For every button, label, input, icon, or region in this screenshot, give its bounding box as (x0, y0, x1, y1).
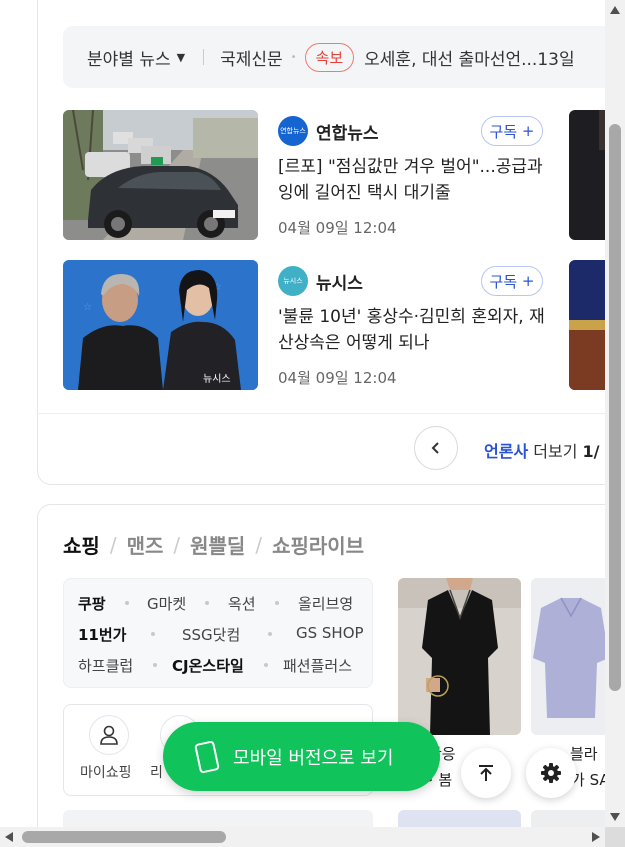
yonhap-logo-icon: 연합뉴스 (278, 116, 308, 146)
news-thumbnail-taxi[interactable] (63, 110, 258, 240)
caret-down-icon: ▼ (176, 50, 186, 64)
news-headline[interactable]: '불륜 10년' 홍상수·김민희 혼외자, 재산상속은 어떻게 되나 (278, 304, 546, 356)
horizontal-scroll-thumb[interactable] (22, 831, 226, 843)
mall-link[interactable]: 하프클럽 (78, 655, 133, 676)
prev-page-button[interactable] (414, 426, 458, 470)
shortcut-label[interactable]: 리 (150, 762, 163, 782)
shopping-tabs: 쇼핑 / 맨즈 / 원쁠딜 / 쇼핑라이브 (63, 530, 364, 559)
breaking-badge: 속보 (304, 42, 355, 72)
more-label: 더보기 (533, 442, 578, 461)
tab-mens[interactable]: 맨즈 (127, 530, 164, 559)
product-image-blouse[interactable] (531, 578, 605, 735)
tab-shopping[interactable]: 쇼핑 (63, 530, 100, 559)
vertical-scroll-thumb[interactable] (609, 124, 621, 691)
tab-separator: / (109, 532, 117, 557)
next-news-thumbnail[interactable] (569, 110, 605, 240)
press-label: 언론사 (484, 442, 529, 461)
mall-link[interactable]: GS SHOP (296, 624, 364, 642)
news-ticker: 분야별 뉴스 ▼ 국제신문 • 속보 오세훈, 대선 출마선언...13일 (63, 26, 605, 88)
chevron-left-icon (431, 442, 439, 454)
publisher-name[interactable]: 연합뉴스 (316, 119, 379, 144)
plus-icon: + (521, 122, 535, 140)
scroll-down-arrow-icon[interactable] (609, 812, 621, 822)
mall-link[interactable]: 올리브영 (298, 593, 353, 614)
mall-link[interactable]: 옥션 (228, 593, 256, 614)
product-image-dress[interactable] (398, 578, 521, 735)
dot-separator (264, 663, 268, 667)
news-date: 04월 09일 12:04 (278, 219, 397, 237)
user-icon[interactable] (89, 715, 129, 755)
mall-link[interactable]: 11번가 (78, 624, 126, 645)
mall-link[interactable]: SSG닷컴 (182, 624, 240, 645)
next-news-thumbnail[interactable] (569, 260, 605, 390)
dot-separator (125, 601, 129, 605)
news-thumbnail-couple[interactable]: ☆ ☆ 뉴시스 (63, 260, 258, 390)
ticker-section[interactable]: 국제신문 (220, 45, 283, 70)
dot-separator (153, 663, 157, 667)
product-title[interactable]: 블라 (570, 742, 598, 766)
more-press-link[interactable]: 언론사 더보기 1/ (484, 438, 600, 462)
dot-separator: • (290, 51, 297, 63)
category-dropdown[interactable]: 분야별 뉴스 ▼ (87, 45, 185, 70)
scroll-left-arrow-icon[interactable] (4, 831, 14, 843)
dot-separator (151, 632, 155, 636)
scroll-up-arrow-icon[interactable] (609, 5, 621, 15)
mall-link[interactable]: G마켓 (147, 593, 186, 614)
mall-link[interactable]: 쿠팡 (78, 593, 106, 614)
mall-link[interactable]: 패션플러스 (283, 655, 352, 676)
dot-separator (205, 601, 209, 605)
mobile-version-label: 모바일 버전으로 보기 (233, 747, 394, 769)
subscribe-button[interactable]: 구독 + (481, 116, 543, 146)
divider (203, 49, 205, 65)
product-tile[interactable] (63, 810, 373, 827)
page-viewport: 분야별 뉴스 ▼ 국제신문 • 속보 오세훈, 대선 출마선언...13일 연합… (0, 0, 605, 827)
arrow-up-icon (479, 765, 493, 781)
product-tile[interactable] (398, 810, 521, 827)
settings-button[interactable] (526, 748, 576, 798)
news-date: 04월 09일 12:04 (278, 369, 397, 387)
gear-icon (541, 763, 561, 783)
product-title[interactable]: 가 SA (571, 768, 605, 792)
tab-onepluldeal[interactable]: 원쁠딜 (190, 530, 245, 559)
news-item: 연합뉴스 연합뉴스 구독 + [르포] "점심값만 겨우 벌어"...공급과잉에… (63, 110, 605, 240)
subscribe-button[interactable]: 구독 + (481, 266, 543, 296)
photo-watermark: 뉴시스 (203, 373, 231, 385)
mobile-version-button[interactable]: 모바일 버전으로 보기 (163, 722, 440, 791)
section-divider (37, 413, 605, 414)
tab-separator: / (173, 532, 181, 557)
my-shopping-label[interactable]: 마이쇼핑 (80, 762, 132, 782)
tab-shopping-live[interactable]: 쇼핑라이브 (272, 530, 364, 559)
publisher-name[interactable]: 뉴시스 (316, 269, 363, 294)
news-item: ☆ ☆ 뉴시스 뉴시스 뉴시스 구독 + '불륜 10년' 홍상수·김민희 혼외… (63, 260, 605, 390)
ticker-headline[interactable]: 오세훈, 대선 출마선언...13일 (364, 45, 574, 70)
dot-separator (268, 632, 272, 636)
scroll-right-arrow-icon[interactable] (591, 831, 601, 843)
svg-text:☆: ☆ (83, 302, 92, 313)
page-indicator: 1/ (582, 442, 600, 461)
scrollbar-corner (605, 827, 625, 847)
plus-icon: + (521, 272, 535, 290)
mall-link[interactable]: CJ온스타일 (172, 655, 244, 676)
news-headline[interactable]: [르포] "점심값만 겨우 벌어"...공급과잉에 길어진 택시 대기줄 (278, 154, 546, 206)
scroll-top-button[interactable] (461, 748, 511, 798)
product-tile[interactable] (531, 810, 605, 827)
tab-separator: / (255, 532, 263, 557)
category-label: 분야별 뉴스 (87, 49, 171, 70)
mobile-phone-icon (194, 739, 220, 774)
newsis-logo-icon: 뉴시스 (278, 266, 308, 296)
dot-separator (275, 601, 279, 605)
